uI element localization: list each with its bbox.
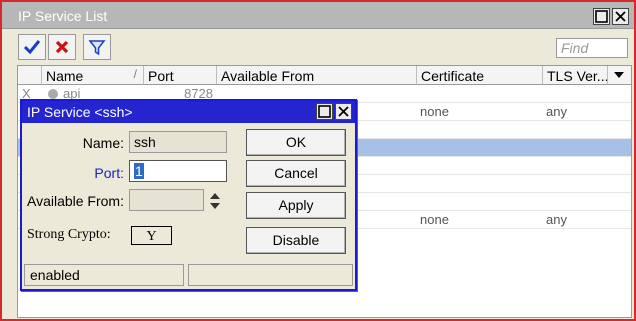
window-title: IP Service List <box>18 8 108 24</box>
port-input[interactable]: 1 <box>129 160 227 182</box>
sort-icon: / <box>133 67 137 81</box>
available-from-spinner[interactable] <box>208 191 222 211</box>
port-label: Port: <box>94 165 124 181</box>
available-from-input[interactable] <box>129 189 204 211</box>
service-status-icon <box>48 89 58 99</box>
close-button[interactable] <box>612 8 629 25</box>
disable-toolbar-button[interactable] <box>48 34 76 60</box>
column-menu-button[interactable] <box>608 66 631 85</box>
ok-button[interactable]: OK <box>246 129 346 156</box>
chevron-down-icon <box>614 72 624 78</box>
status-enabled: enabled <box>24 264 184 286</box>
close-icon <box>338 106 349 117</box>
dialog-close-button[interactable] <box>335 103 352 120</box>
dialog-title: IP Service <ssh> <box>27 104 133 120</box>
dialog-restore-button[interactable] <box>316 103 333 120</box>
status-secondary <box>188 264 353 286</box>
close-icon <box>615 11 626 22</box>
find-input[interactable]: Find <box>556 38 628 58</box>
filter-button[interactable] <box>83 34 111 60</box>
restore-icon <box>595 10 608 23</box>
filter-icon <box>88 40 106 56</box>
name-label: Name: <box>82 135 124 151</box>
restore-icon <box>318 105 331 118</box>
ip-service-dialog: IP Service <ssh> Name: ssh Port: 1 Avail… <box>20 99 357 291</box>
x-icon <box>55 40 69 54</box>
name-field: ssh <box>129 131 227 153</box>
column-header-available-from[interactable]: Available From <box>217 66 417 85</box>
up-down-arrows-icon <box>210 193 220 209</box>
apply-button[interactable]: Apply <box>246 192 346 219</box>
column-header-port[interactable]: Port <box>144 66 217 85</box>
restore-button[interactable] <box>593 8 610 25</box>
enable-button[interactable] <box>18 34 46 60</box>
available-from-label: Available From: <box>26 193 124 209</box>
cancel-button[interactable]: Cancel <box>246 160 346 187</box>
main-title-bar[interactable]: IP Service List <box>2 2 634 29</box>
strong-crypto-field[interactable]: Y <box>131 226 172 245</box>
strong-crypto-label: Strong Crypto: <box>27 227 111 242</box>
column-header-name[interactable]: Name / <box>42 66 144 85</box>
column-header-certificate[interactable]: Certificate <box>417 66 543 85</box>
flag-column-header <box>18 66 42 85</box>
dialog-title-bar[interactable]: IP Service <ssh> <box>22 101 355 123</box>
disable-button[interactable]: Disable <box>246 227 346 254</box>
checkmark-icon <box>23 40 41 55</box>
column-header-tls-version[interactable]: TLS Ver... <box>543 66 608 85</box>
